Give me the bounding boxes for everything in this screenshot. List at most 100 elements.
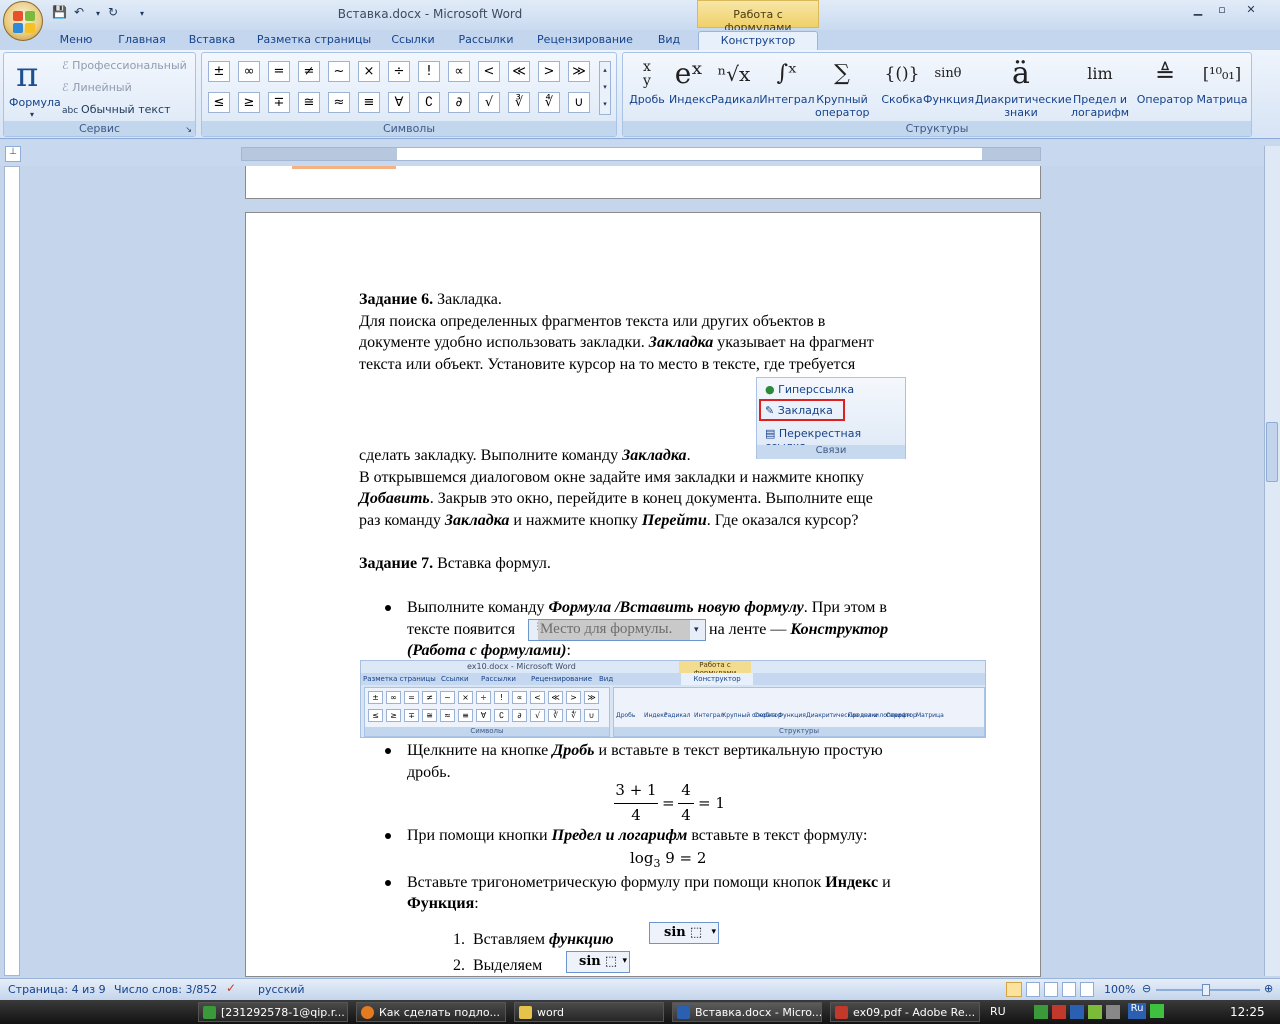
spelling-icon[interactable]: ✓ bbox=[226, 981, 236, 995]
language[interactable]: русский bbox=[258, 983, 305, 996]
symbol-button[interactable]: √ bbox=[478, 92, 500, 113]
symbol-button[interactable]: ≥ bbox=[238, 92, 260, 113]
symbol-button[interactable]: ≪ bbox=[508, 61, 530, 82]
taskbar-item-qip[interactable]: [231292578-1@qip.r... bbox=[198, 1002, 348, 1022]
symbol-button[interactable]: ∀ bbox=[388, 92, 410, 113]
tab-references[interactable]: Ссылки bbox=[384, 31, 442, 50]
tray-icon[interactable] bbox=[1052, 1005, 1066, 1019]
sin-equation-box[interactable]: sin ⬚ ▾ bbox=[649, 922, 719, 944]
zoom-in-icon[interactable]: ⊕ bbox=[1264, 982, 1273, 995]
symbol-button[interactable]: ≠ bbox=[298, 61, 320, 82]
ruler-right-margin bbox=[982, 148, 1040, 160]
symbol-button[interactable]: ± bbox=[208, 61, 230, 82]
page-count[interactable]: Страница: 4 из 9 bbox=[8, 983, 106, 996]
outline-icon[interactable] bbox=[1062, 982, 1076, 997]
symbol-button[interactable]: > bbox=[538, 61, 560, 82]
close-button[interactable]: ✕ bbox=[1240, 3, 1262, 19]
mini-symbol: ∞ bbox=[386, 691, 401, 704]
symbol-button[interactable]: × bbox=[358, 61, 380, 82]
full-screen-icon[interactable] bbox=[1026, 982, 1040, 997]
tab-mailings[interactable]: Рассылки bbox=[452, 31, 520, 50]
dialog-launcher-icon[interactable]: ↘ bbox=[185, 125, 192, 134]
taskbar-item-word[interactable]: Вставка.docx - Micro... bbox=[672, 1002, 822, 1022]
vertical-scrollbar[interactable] bbox=[1264, 146, 1280, 976]
vertical-ruler[interactable] bbox=[4, 166, 20, 976]
zoom-level[interactable]: 100% bbox=[1104, 983, 1135, 996]
tab-selector-icon[interactable]: ⊥ bbox=[5, 146, 21, 162]
word-count[interactable]: Число слов: 3/852 bbox=[114, 983, 217, 996]
integral-button[interactable]: ∫ˣ Интеграл bbox=[759, 55, 815, 121]
tab-view[interactable]: Вид bbox=[648, 31, 690, 50]
operator-button[interactable]: ≜ Оператор bbox=[1135, 55, 1195, 121]
symbol-button[interactable]: ∜ bbox=[538, 92, 560, 113]
symbol-button[interactable]: ÷ bbox=[388, 61, 410, 82]
symbol-button[interactable]: ∪ bbox=[568, 92, 590, 113]
symbol-button[interactable]: = bbox=[268, 61, 290, 82]
fraction-button[interactable]: x y Дробь bbox=[627, 55, 667, 121]
paragraph-line: Для поиска определенных фрагментов текст… bbox=[359, 313, 826, 330]
taskbar-item-folder[interactable]: word bbox=[514, 1002, 664, 1022]
symbol-button[interactable]: ≤ bbox=[208, 92, 230, 113]
tray-icon[interactable] bbox=[1106, 1005, 1120, 1019]
large-operator-button[interactable]: ∑ Крупный оператор bbox=[815, 55, 870, 121]
sin-equation-box-selected[interactable]: sin ⬚ ▾ bbox=[566, 951, 630, 973]
taskbar-item-browser[interactable]: Как сделать подло... bbox=[356, 1002, 506, 1022]
print-layout-icon[interactable] bbox=[1006, 982, 1022, 997]
status-green-icon[interactable] bbox=[1150, 1004, 1164, 1018]
symbol-button[interactable]: ∂ bbox=[448, 92, 470, 113]
symbol-button[interactable]: ≈ bbox=[328, 92, 350, 113]
web-layout-icon[interactable] bbox=[1044, 982, 1058, 997]
symbol-button[interactable]: ∁ bbox=[418, 92, 440, 113]
symbol-button[interactable]: ≫ bbox=[568, 61, 590, 82]
language-indicator[interactable]: RU bbox=[990, 1005, 1006, 1018]
office-button[interactable] bbox=[3, 1, 43, 41]
tray-icon[interactable] bbox=[1034, 1005, 1048, 1019]
maximize-button[interactable]: ▫ bbox=[1211, 3, 1233, 19]
mini-structure-label: Оператор bbox=[886, 712, 917, 719]
symbol-button[interactable]: ! bbox=[418, 61, 440, 82]
radical-button[interactable]: ⁿ√x Радикал bbox=[711, 55, 760, 121]
tab-home[interactable]: Главная bbox=[110, 31, 174, 50]
zoom-slider-thumb[interactable] bbox=[1202, 984, 1210, 996]
bracket-button[interactable]: {()} Скобка bbox=[877, 55, 927, 121]
symbol-button[interactable]: ∞ bbox=[238, 61, 260, 82]
limit-log-button[interactable]: lim Предел и логарифм bbox=[1067, 55, 1133, 121]
accent-button[interactable]: ä Диакритические знаки bbox=[975, 55, 1072, 121]
tray-icon[interactable] bbox=[1088, 1005, 1102, 1019]
draft-icon[interactable] bbox=[1080, 982, 1094, 997]
tab-insert[interactable]: Вставка bbox=[182, 31, 242, 50]
document-page[interactable]: Задание 6. Закладка. Для поиска определе… bbox=[245, 212, 1041, 977]
symbol-button[interactable]: ∝ bbox=[448, 61, 470, 82]
symbol-button[interactable]: ≡ bbox=[358, 92, 380, 113]
symbol-button[interactable]: ≅ bbox=[298, 92, 320, 113]
chevron-down-icon: ▾ bbox=[694, 625, 699, 635]
equation-placeholder[interactable]: ⋮ Место для формулы. ▾ bbox=[528, 619, 706, 641]
tab-design[interactable]: Конструктор bbox=[698, 31, 818, 50]
index-button[interactable]: eˣ Индекс bbox=[669, 55, 712, 121]
tab-page-layout[interactable]: Разметка страницы bbox=[252, 31, 376, 50]
taskbar-item-pdf[interactable]: ex09.pdf - Adobe Re... bbox=[830, 1002, 980, 1022]
ru-flag-icon[interactable]: Ru bbox=[1128, 1003, 1146, 1019]
zoom-out-icon[interactable]: ⊖ bbox=[1142, 982, 1151, 995]
professional-button[interactable]: ℰ Профессиональный bbox=[62, 59, 187, 72]
linear-button[interactable]: ℰ Линейный bbox=[62, 81, 132, 94]
function-button[interactable]: sinθ Функция bbox=[923, 55, 974, 121]
clock[interactable]: 12:25 bbox=[1230, 1005, 1265, 1019]
tab-menu[interactable]: Меню bbox=[52, 31, 100, 50]
symbol-button[interactable]: ~ bbox=[328, 61, 350, 82]
symbols-scroll[interactable]: ▴ ▾ ▾ bbox=[599, 61, 611, 115]
tab-review[interactable]: Рецензирование bbox=[530, 31, 640, 50]
symbol-button[interactable]: < bbox=[478, 61, 500, 82]
log-formula[interactable]: log3 9 = 2 bbox=[630, 848, 706, 875]
symbol-button[interactable]: ∓ bbox=[268, 92, 290, 113]
fraction-formula[interactable]: 3 + 1 4 = 4 4 = 1 bbox=[614, 781, 734, 827]
matrix-button[interactable]: [¹⁰₀₁] Матрица bbox=[1195, 55, 1249, 121]
sum-icon: ∑ bbox=[834, 61, 850, 86]
minimize-button[interactable]: ▁ bbox=[1187, 3, 1209, 19]
horizontal-ruler[interactable] bbox=[241, 147, 1041, 161]
formula-button[interactable]: π Формула ▾ bbox=[8, 55, 61, 121]
symbol-button[interactable]: ∛ bbox=[508, 92, 530, 113]
normal-text-button[interactable]: abc Обычный текст bbox=[62, 103, 170, 116]
scroll-thumb[interactable] bbox=[1266, 422, 1278, 482]
tray-icon[interactable] bbox=[1070, 1005, 1084, 1019]
